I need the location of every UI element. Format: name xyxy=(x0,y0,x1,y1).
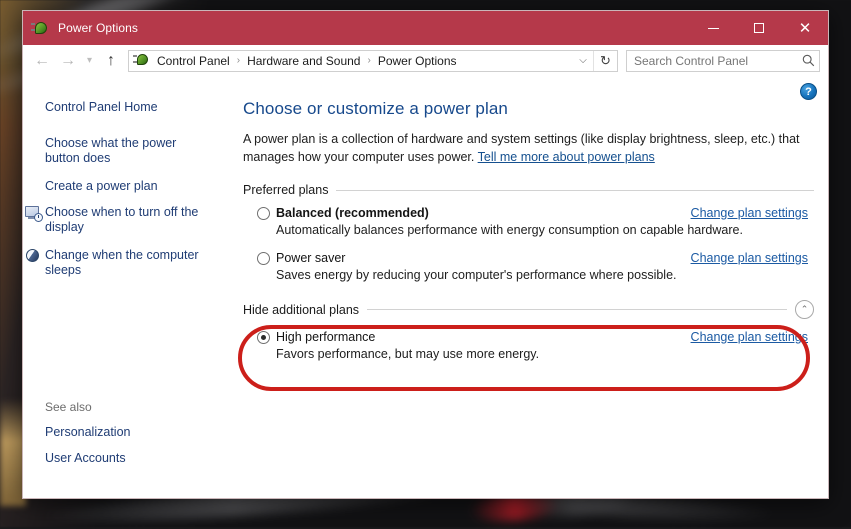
chevron-down-icon[interactable]: ⌵ xyxy=(573,55,593,66)
sidebar-item-create-power-plan[interactable]: Create a power plan xyxy=(23,179,213,194)
additional-plans-group: Hide additional plans ⌃ High performance… xyxy=(243,300,814,361)
help-icon[interactable]: ? xyxy=(800,83,817,100)
address-toolbar: ← → ▾ ↑ Control Panel › Hardware and Sou… xyxy=(23,45,828,77)
search-box[interactable] xyxy=(626,49,820,72)
sidebar-item-label: User Accounts xyxy=(45,451,126,465)
address-bar[interactable]: Control Panel › Hardware and Sound › Pow… xyxy=(128,49,618,72)
section-label: Preferred plans xyxy=(243,183,329,197)
preferred-plans-group: Preferred plans Balanced (recommended) C… xyxy=(243,183,814,282)
change-plan-settings-high-performance[interactable]: Change plan settings xyxy=(691,330,808,344)
sidebar-item-label: Change when the computer sleeps xyxy=(45,248,199,277)
forward-button[interactable]: → xyxy=(55,48,81,74)
divider xyxy=(367,309,787,310)
recent-locations-button[interactable]: ▾ xyxy=(81,48,98,74)
sidebar-item-turn-off-display[interactable]: Choose when to turn off the display xyxy=(23,205,213,235)
breadcrumb-separator: › xyxy=(367,55,371,66)
power-plug-icon-small xyxy=(133,53,150,68)
content-area: Control Panel Home Choose what the power… xyxy=(23,77,828,498)
sidebar-item-control-panel-home[interactable]: Control Panel Home xyxy=(23,100,213,115)
radio-high-performance[interactable] xyxy=(257,330,270,344)
search-input[interactable] xyxy=(627,53,797,68)
search-icon xyxy=(797,54,819,67)
intro-text: A power plan is a collection of hardware… xyxy=(243,130,814,166)
radio-balanced[interactable] xyxy=(257,206,270,220)
plan-description: Automatically balances performance with … xyxy=(276,223,743,237)
back-button[interactable]: ← xyxy=(29,48,55,74)
maximize-button[interactable] xyxy=(736,11,782,45)
tell-me-more-link[interactable]: Tell me more about power plans xyxy=(478,150,655,164)
sidebar: Control Panel Home Choose what the power… xyxy=(23,77,235,498)
breadcrumb-item-control-panel[interactable]: Control Panel xyxy=(154,53,233,69)
display-clock-icon xyxy=(25,205,43,222)
radio-power-saver[interactable] xyxy=(257,251,270,265)
preferred-plans-heading: Preferred plans xyxy=(243,183,814,197)
page-title: Choose or customize a power plan xyxy=(243,99,508,118)
sidebar-item-user-accounts[interactable]: User Accounts xyxy=(23,451,213,466)
change-plan-settings-balanced[interactable]: Change plan settings xyxy=(691,206,808,220)
refresh-icon[interactable]: ↻ xyxy=(593,50,617,71)
breadcrumb-item-power-options[interactable]: Power Options xyxy=(375,53,460,69)
plan-power-saver[interactable]: Power saver Change plan settings Saves e… xyxy=(243,251,814,282)
additional-plans-heading: Hide additional plans ⌃ xyxy=(243,300,814,319)
window-controls: ✕ xyxy=(690,11,828,45)
breadcrumb-item-hardware-and-sound[interactable]: Hardware and Sound xyxy=(244,53,363,69)
sidebar-item-power-button-does[interactable]: Choose what the power button does xyxy=(23,136,213,166)
close-icon: ✕ xyxy=(798,19,812,37)
chevron-up-icon[interactable]: ⌃ xyxy=(795,300,814,319)
divider xyxy=(336,189,814,191)
plan-description: Favors performance, but may use more ene… xyxy=(276,347,540,361)
plan-name: Power saver xyxy=(276,251,346,265)
breadcrumb: Control Panel › Hardware and Sound › Pow… xyxy=(154,53,573,69)
window-title: Power Options xyxy=(58,21,139,35)
power-options-window: Power Options ✕ ← → ▾ ↑ Control Panel › … xyxy=(22,10,829,499)
main-panel: ? Choose or customize a power plan A pow… xyxy=(235,77,828,498)
up-button[interactable]: ↑ xyxy=(98,48,124,74)
plan-high-performance[interactable]: High performance Change plan settings Fa… xyxy=(243,330,814,361)
sidebar-item-label: Create a power plan xyxy=(45,179,158,193)
sidebar-item-label: Choose what the power button does xyxy=(45,136,177,165)
plan-balanced[interactable]: Balanced (recommended) Change plan setti… xyxy=(243,206,814,237)
section-label[interactable]: Hide additional plans xyxy=(243,303,359,317)
sidebar-item-personalization[interactable]: Personalization xyxy=(23,425,213,440)
see-also-section: See also Personalization User Accounts xyxy=(23,400,235,498)
title-bar: Power Options ✕ xyxy=(23,11,828,45)
change-plan-settings-power-saver[interactable]: Change plan settings xyxy=(691,251,808,265)
power-plug-icon xyxy=(31,20,49,37)
sidebar-item-label: Choose when to turn off the display xyxy=(45,205,199,234)
plan-description: Saves energy by reducing your computer's… xyxy=(276,268,677,282)
sidebar-item-computer-sleeps[interactable]: Change when the computer sleeps xyxy=(23,248,213,278)
sidebar-item-label: Personalization xyxy=(45,425,131,439)
close-button[interactable]: ✕ xyxy=(782,11,828,45)
minimize-button[interactable] xyxy=(690,11,736,45)
maximize-icon xyxy=(754,23,764,33)
breadcrumb-separator: › xyxy=(236,55,241,66)
plan-name: Balanced (recommended) xyxy=(276,206,429,220)
sidebar-item-label: Control Panel Home xyxy=(45,100,158,114)
see-also-title: See also xyxy=(45,400,92,414)
moon-sleep-icon xyxy=(25,248,41,264)
plan-name: High performance xyxy=(276,330,376,344)
minimize-icon xyxy=(707,27,719,29)
